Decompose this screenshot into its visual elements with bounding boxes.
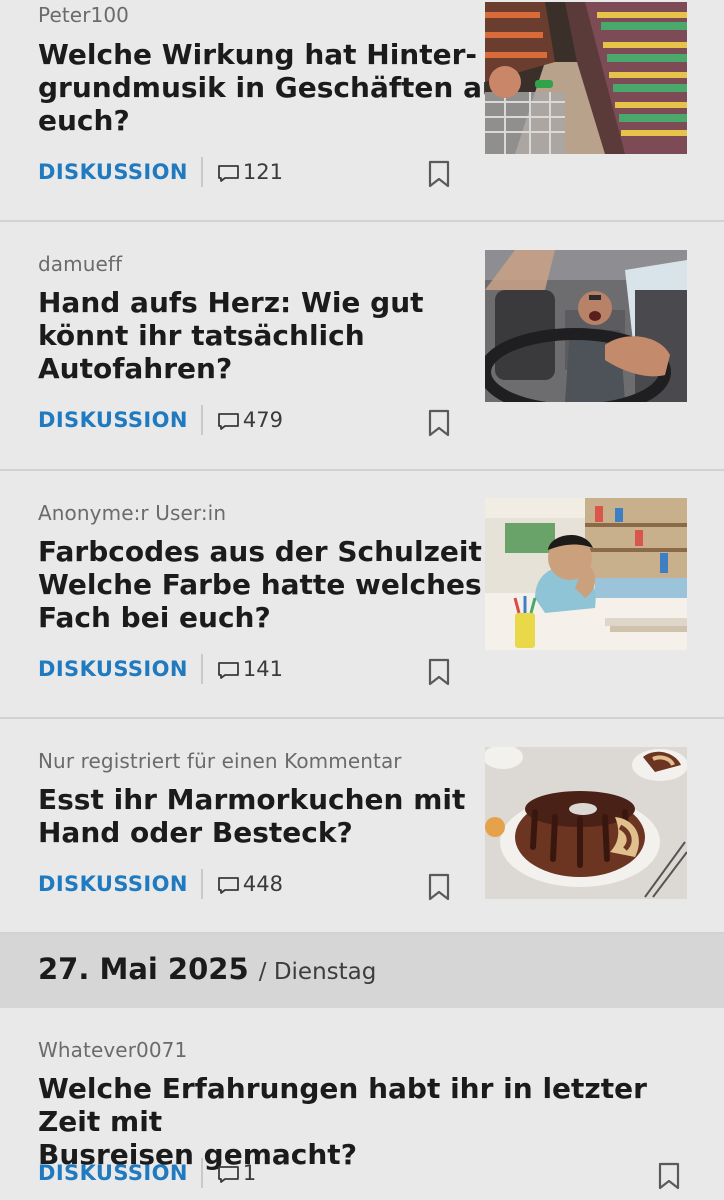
post-author[interactable]: Peter100 [38, 3, 129, 27]
post-title[interactable]: Welche Wirkung hat Hinter- grundmusik in… [38, 38, 514, 137]
post-meta: DISKUSSION 1 [38, 1157, 256, 1189]
date-heading: 27. Mai 2025 / Dienstag [38, 952, 376, 986]
bookmark-icon[interactable] [427, 658, 451, 686]
bookmark-icon[interactable] [657, 1162, 681, 1190]
bookmark-icon[interactable] [427, 160, 451, 188]
comment-count: 121 [242, 160, 283, 184]
comment-count-button[interactable]: 448 [216, 872, 283, 896]
comment-count-button[interactable]: 141 [216, 657, 283, 681]
bookmark-icon[interactable] [427, 409, 451, 437]
post-type-link[interactable]: DISKUSSION [38, 160, 188, 184]
bookmark-icon[interactable] [427, 873, 451, 901]
weekday-text: / Dienstag [258, 959, 377, 985]
marble-cake-image[interactable] [485, 747, 687, 899]
post-meta: DISKUSSION 121 [38, 156, 283, 188]
comment-count: 479 [242, 408, 283, 432]
post-card[interactable]: Peter100 Welche Wirkung hat Hinter- grun… [0, 0, 724, 222]
post-card[interactable]: Anonyme:r User:in Farbcodes aus der Schu… [0, 471, 724, 719]
post-card[interactable]: damueff Hand aufs Herz: Wie gut könnt ih… [0, 222, 724, 471]
bored-student-image[interactable] [485, 498, 687, 650]
supermarket-aisle-image[interactable] [485, 2, 687, 154]
comment-count-button[interactable]: 479 [216, 408, 283, 432]
post-type-link[interactable]: DISKUSSION [38, 657, 188, 681]
post-author[interactable]: Nur registriert für einen Kommentar [38, 749, 402, 773]
comment-count: 1 [242, 1161, 257, 1185]
comment-count-button[interactable]: 121 [216, 160, 283, 184]
date-header: 27. Mai 2025 / Dienstag [0, 934, 724, 1008]
comment-count: 141 [242, 657, 283, 681]
post-type-link[interactable]: DISKUSSION [38, 408, 188, 432]
comment-bubble-icon [217, 1166, 239, 1183]
post-title[interactable]: Farbcodes aus der Schulzeit: Welche Farb… [38, 535, 493, 634]
comment-bubble-icon [217, 165, 239, 182]
divider [200, 157, 203, 187]
comment-bubble-icon [217, 662, 239, 679]
post-card[interactable]: Nur registriert für einen Kommentar Esst… [0, 719, 724, 934]
post-type-link[interactable]: DISKUSSION [38, 1161, 188, 1185]
comment-count: 448 [242, 872, 283, 896]
divider [200, 405, 203, 435]
post-title[interactable]: Hand aufs Herz: Wie gut könnt ihr tatsäc… [38, 286, 424, 385]
comment-count-button[interactable]: 1 [216, 1161, 256, 1185]
divider [200, 1158, 203, 1188]
comment-bubble-icon [217, 413, 239, 430]
post-meta: DISKUSSION 141 [38, 653, 283, 685]
post-author[interactable]: damueff [38, 252, 122, 276]
post-meta: DISKUSSION 448 [38, 868, 283, 900]
post-meta: DISKUSSION 479 [38, 404, 283, 436]
date-text: 27. Mai 2025 [38, 952, 249, 986]
post-author[interactable]: Anonyme:r User:in [38, 501, 226, 525]
post-card[interactable]: Whatever0071 Welche Erfahrungen habt ihr… [0, 1008, 724, 1200]
divider [200, 654, 203, 684]
angry-driver-image[interactable] [485, 250, 687, 402]
divider [200, 869, 203, 899]
comment-bubble-icon [217, 877, 239, 894]
post-author[interactable]: Whatever0071 [38, 1038, 187, 1062]
post-type-link[interactable]: DISKUSSION [38, 872, 188, 896]
post-title[interactable]: Esst ihr Marmorkuchen mit Hand oder Best… [38, 783, 465, 849]
